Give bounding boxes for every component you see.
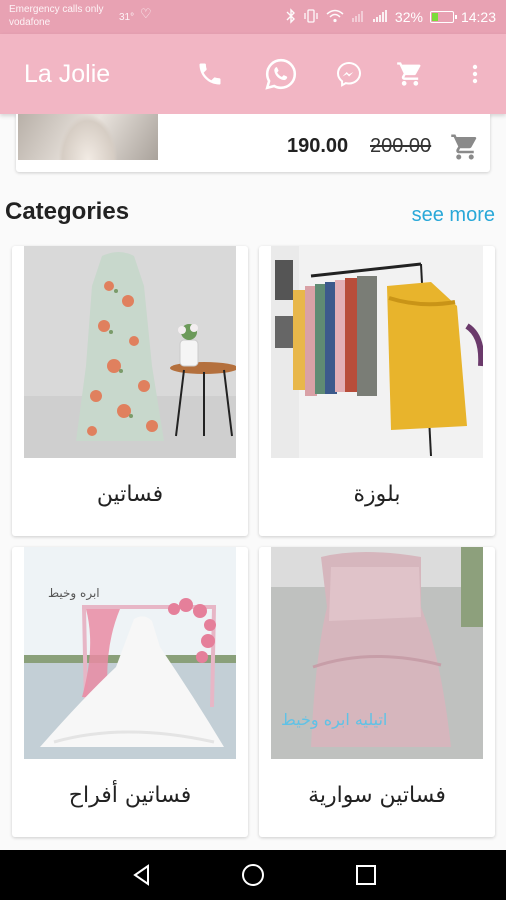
carrier-line-1: Emergency calls only (9, 4, 104, 15)
more-options-button[interactable] (457, 56, 493, 92)
category-label: بلوزة (353, 482, 401, 507)
see-more-link[interactable]: see more (412, 204, 495, 227)
category-card-dresses[interactable]: فساتين (12, 246, 248, 536)
wifi-icon (326, 9, 344, 26)
svg-text:ابره وخيط: ابره وخيط (48, 586, 100, 601)
cart-button[interactable] (392, 56, 428, 92)
main-content: 190.00 200.00 Categories see more فساتين… (0, 114, 506, 850)
product-price: 190.00 (287, 135, 349, 157)
messenger-icon (336, 61, 362, 87)
home-icon (242, 864, 264, 886)
signal-icon (372, 9, 388, 26)
category-label: فساتين (96, 482, 164, 507)
clock: 14:23 (460, 9, 496, 25)
messenger-button[interactable] (331, 56, 367, 92)
bluetooth-icon (286, 7, 296, 27)
product-card[interactable]: 190.00 200.00 (16, 114, 490, 172)
product-old-price: 200.00 (370, 135, 432, 157)
recents-button[interactable] (354, 863, 378, 887)
app-title: La Jolie (24, 60, 111, 88)
battery-icon (429, 11, 457, 23)
temperature: 31° (119, 12, 135, 23)
phone-icon (199, 63, 221, 85)
category-label: فساتين سوارية (308, 783, 446, 808)
app-bar: La Jolie (0, 34, 506, 114)
cart-icon (451, 134, 477, 160)
phone-button[interactable] (192, 56, 228, 92)
back-button[interactable] (130, 863, 154, 887)
recents-icon (356, 865, 376, 885)
category-image: ابره وخيط (24, 547, 236, 759)
add-to-cart-button[interactable] (450, 132, 480, 162)
category-card-evening-dresses[interactable]: اتيليه ابره وخيط فساتين سوارية (259, 547, 495, 837)
status-bar: Emergency calls only vodafone 31° ♡ 32% … (0, 0, 506, 34)
product-image (18, 114, 158, 160)
back-icon (133, 864, 149, 886)
categories-title: Categories (5, 198, 130, 225)
category-card-blouses[interactable]: بلوزة (259, 246, 495, 536)
heart-icon: ♡ (140, 6, 152, 21)
system-navigation-bar (0, 850, 506, 900)
svg-text:اتيليه ابره وخيط: اتيليه ابره وخيط (281, 710, 387, 730)
whatsapp-button[interactable] (263, 56, 299, 92)
battery-percent: 32% (394, 9, 423, 25)
carrier-info: Emergency calls only vodafone 31° ♡ (9, 3, 152, 29)
signal-empty-icon (351, 9, 365, 26)
home-button[interactable] (241, 863, 265, 887)
category-label: فساتين أفراح (68, 783, 192, 808)
whatsapp-icon (265, 58, 297, 90)
carrier-line-2: vodafone (9, 17, 51, 28)
category-card-wedding-dresses[interactable]: ابره وخيط فساتين أفراح (12, 547, 248, 837)
category-image (271, 246, 483, 458)
category-image (24, 246, 236, 458)
status-icons: 32% 14:23 (286, 7, 496, 27)
more-vert-icon (472, 64, 478, 84)
category-image: اتيليه ابره وخيط (271, 547, 483, 759)
cart-icon (397, 62, 421, 86)
vibrate-icon (303, 8, 319, 26)
